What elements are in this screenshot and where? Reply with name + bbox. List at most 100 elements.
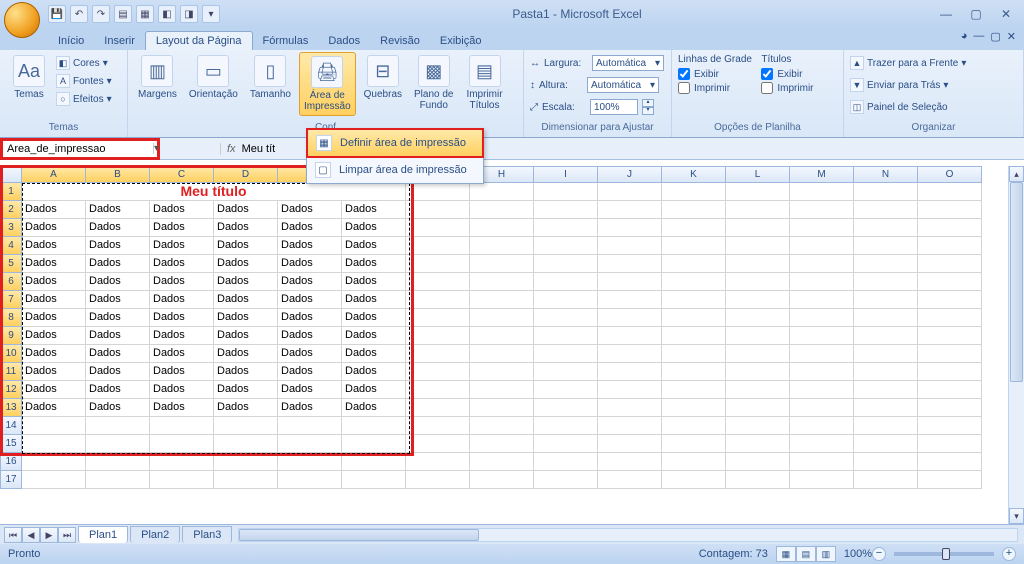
cell[interactable] xyxy=(342,435,406,453)
cell[interactable] xyxy=(662,255,726,273)
cell[interactable]: Dados xyxy=(86,201,150,219)
cell[interactable] xyxy=(726,273,790,291)
minimize-button[interactable]: — xyxy=(934,5,958,23)
cell[interactable]: Dados xyxy=(22,363,86,381)
cell[interactable]: Dados xyxy=(342,363,406,381)
col-header-L[interactable]: L xyxy=(726,166,790,183)
row-header-14[interactable]: 14 xyxy=(0,417,22,435)
cell[interactable] xyxy=(726,453,790,471)
cell[interactable]: Dados xyxy=(278,219,342,237)
cell[interactable] xyxy=(406,435,470,453)
cell[interactable]: Dados xyxy=(342,309,406,327)
cell[interactable] xyxy=(662,453,726,471)
titulos-imprimir-check[interactable]: Imprimir xyxy=(761,81,837,95)
cell[interactable]: Dados xyxy=(22,399,86,417)
row-header-16[interactable]: 16 xyxy=(0,453,22,471)
fontes-button[interactable]: AFontes▾ xyxy=(56,72,112,90)
cell[interactable]: Dados xyxy=(22,201,86,219)
cell[interactable] xyxy=(662,309,726,327)
cell[interactable] xyxy=(726,237,790,255)
cell[interactable] xyxy=(406,309,470,327)
cell[interactable] xyxy=(598,273,662,291)
cell[interactable] xyxy=(854,471,918,489)
cell[interactable] xyxy=(470,237,534,255)
cell[interactable] xyxy=(726,345,790,363)
cell[interactable] xyxy=(342,471,406,489)
cell[interactable] xyxy=(662,435,726,453)
cell[interactable] xyxy=(790,345,854,363)
limpar-area-item[interactable]: ▢ Limpar área de impressão xyxy=(307,157,483,183)
cell[interactable]: Dados xyxy=(86,381,150,399)
cell[interactable]: Dados xyxy=(342,201,406,219)
cell[interactable]: Dados xyxy=(86,363,150,381)
cell[interactable]: Dados xyxy=(214,381,278,399)
cell[interactable]: Dados xyxy=(86,291,150,309)
qat-icon-1[interactable]: ▤ xyxy=(114,5,132,23)
cell[interactable] xyxy=(278,417,342,435)
cell[interactable] xyxy=(470,399,534,417)
scroll-down-button[interactable]: ▾ xyxy=(1009,508,1024,524)
cell[interactable] xyxy=(22,417,86,435)
cell[interactable]: Dados xyxy=(22,273,86,291)
cell[interactable] xyxy=(214,417,278,435)
pagebreak-view-button[interactable]: ▥ xyxy=(816,546,836,562)
quebras-button[interactable]: ⊟Quebras xyxy=(360,52,406,103)
cell[interactable] xyxy=(790,183,854,201)
cell[interactable]: Dados xyxy=(342,237,406,255)
ribbon-tab-revisão[interactable]: Revisão xyxy=(370,32,430,50)
cell[interactable] xyxy=(726,201,790,219)
normal-view-button[interactable]: ▦ xyxy=(776,546,796,562)
scroll-thumb[interactable] xyxy=(1010,182,1023,382)
cell[interactable] xyxy=(726,381,790,399)
fx-icon[interactable]: fx xyxy=(220,143,242,155)
cell[interactable]: Dados xyxy=(22,255,86,273)
cell[interactable] xyxy=(406,183,470,201)
cell[interactable] xyxy=(86,435,150,453)
trazer-frente-button[interactable]: ▲Trazer para a Frente▾ xyxy=(850,54,966,72)
cell[interactable] xyxy=(918,381,982,399)
cell[interactable] xyxy=(790,291,854,309)
cell[interactable]: Dados xyxy=(86,345,150,363)
cell[interactable] xyxy=(470,219,534,237)
cell[interactable] xyxy=(726,363,790,381)
cell[interactable]: Dados xyxy=(214,309,278,327)
cell[interactable] xyxy=(790,255,854,273)
cell[interactable] xyxy=(918,363,982,381)
cell[interactable] xyxy=(662,201,726,219)
definir-area-item[interactable]: ▦ Definir área de impressão xyxy=(306,128,484,158)
cell[interactable] xyxy=(662,327,726,345)
cell[interactable] xyxy=(598,237,662,255)
worksheet-grid[interactable]: 1Meu título2DadosDadosDadosDadosDadosDad… xyxy=(0,183,1008,524)
cell[interactable]: Dados xyxy=(278,381,342,399)
cell[interactable] xyxy=(406,363,470,381)
cell[interactable] xyxy=(918,237,982,255)
cell[interactable]: Dados xyxy=(86,327,150,345)
cell[interactable]: Dados xyxy=(150,237,214,255)
row-header-13[interactable]: 13 xyxy=(0,399,22,417)
cell[interactable]: Dados xyxy=(22,291,86,309)
cell[interactable] xyxy=(662,471,726,489)
cell[interactable] xyxy=(726,219,790,237)
cell[interactable]: Dados xyxy=(214,237,278,255)
row-header-11[interactable]: 11 xyxy=(0,363,22,381)
cell[interactable] xyxy=(534,237,598,255)
redo-icon[interactable]: ↷ xyxy=(92,5,110,23)
cell[interactable]: Dados xyxy=(86,273,150,291)
cell[interactable] xyxy=(598,453,662,471)
row-header-6[interactable]: 6 xyxy=(0,273,22,291)
cell[interactable] xyxy=(662,381,726,399)
cell[interactable] xyxy=(470,273,534,291)
cell[interactable] xyxy=(470,453,534,471)
cell[interactable] xyxy=(534,219,598,237)
row-header-7[interactable]: 7 xyxy=(0,291,22,309)
cell[interactable] xyxy=(406,471,470,489)
cell[interactable]: Dados xyxy=(214,201,278,219)
ribbon-tab-início[interactable]: Início xyxy=(48,32,94,50)
ribbon-restore-icon[interactable]: ▢ xyxy=(990,30,1000,43)
name-box-dropdown[interactable]: ▾ xyxy=(153,143,159,154)
cell[interactable]: Dados xyxy=(342,255,406,273)
cell[interactable] xyxy=(662,183,726,201)
cell[interactable] xyxy=(790,453,854,471)
cell[interactable] xyxy=(598,381,662,399)
vertical-scrollbar[interactable]: ▴ ▾ xyxy=(1008,166,1024,524)
